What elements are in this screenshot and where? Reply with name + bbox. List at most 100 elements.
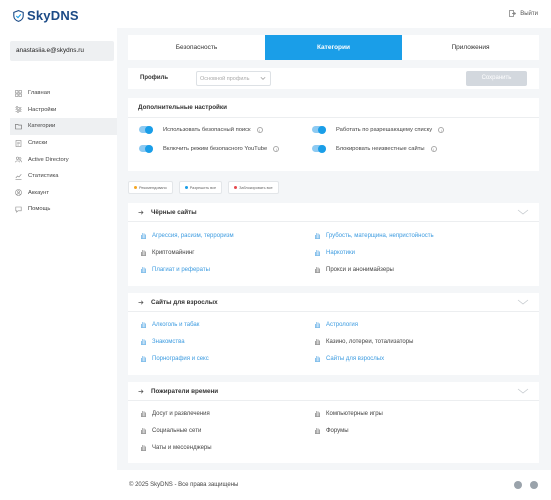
tab-categories[interactable]: Категории (265, 35, 402, 60)
category-item[interactable]: Форумы (314, 427, 349, 434)
info-icon[interactable]: i (256, 126, 263, 133)
category-header[interactable]: Сайты для взрослых (128, 293, 539, 312)
category-title: Сайты для взрослых (151, 299, 218, 306)
category-item[interactable]: Знакомства (140, 338, 185, 345)
sidebar-item-statistics[interactable]: Статистика (10, 168, 117, 185)
tab-security[interactable]: Безопасность (128, 35, 265, 60)
hand-icon (315, 411, 320, 417)
preset-label: Разрешить все (189, 185, 217, 190)
toggle-row-safe-search: Использовать безопасный поиск i (139, 125, 263, 134)
save-button[interactable]: Сохранить (466, 71, 527, 86)
safe-search-toggle[interactable] (139, 125, 153, 134)
toggle-label: Включить режим безопасного YouTube (163, 145, 268, 152)
hand-icon (141, 267, 146, 273)
category-item[interactable]: Компьютерные игры (314, 410, 383, 417)
hand-icon (141, 339, 146, 345)
category-item[interactable]: Казино, лотереи, тотализаторы (314, 338, 413, 345)
category-item[interactable]: Наркотики (314, 249, 355, 256)
chevron-down-icon[interactable] (517, 208, 529, 216)
category-item[interactable]: Алкоголь и табак (140, 321, 199, 328)
sidebar-item-label: Главная (28, 90, 51, 97)
sidebar-item-lists[interactable]: Списки (10, 135, 117, 152)
category-item-label: Знакомства (152, 338, 185, 345)
sidebar-item-label: Категории (28, 123, 56, 130)
category-header[interactable]: Чёрные сайты (128, 203, 539, 222)
chevron-down-icon[interactable] (517, 387, 529, 395)
info-icon[interactable]: i (438, 126, 445, 133)
category-item-label: Грубость, матерщина, непристойность (326, 232, 434, 239)
logout-button[interactable]: Выйти (509, 10, 538, 17)
category-item[interactable]: Досуг и развлечения (140, 410, 210, 417)
hand-icon (315, 339, 320, 345)
category-card-adult-sites: Сайты для взрослых Алкоголь и табак Знак… (128, 293, 539, 375)
category-item-label: Форумы (326, 427, 349, 434)
category-item[interactable]: Плагиат и рефераты (140, 266, 210, 273)
category-item-label: Криптомайнинг (152, 249, 195, 256)
category-item-label: Социальные сети (152, 427, 202, 434)
category-item[interactable]: Агрессия, расизм, терроризм (140, 232, 234, 239)
block-unknown-toggle[interactable] (312, 144, 326, 153)
extra-settings-title: Дополнительные настройки (138, 104, 227, 111)
top-bar: SkyDNS Выйти (0, 0, 551, 28)
shield-icon (13, 9, 24, 22)
toggle-label: Использовать безопасный поиск (163, 126, 251, 133)
hand-icon (315, 428, 320, 434)
category-title: Пожиратели времени (151, 388, 219, 395)
category-card-black-sites: Чёрные сайты Агрессия, расизм, терроризм… (128, 203, 539, 286)
category-item-label: Досуг и развлечения (152, 410, 210, 417)
arrow-right-icon (138, 210, 144, 215)
profile-label: Профиль (140, 75, 169, 81)
sidebar-item-categories[interactable]: Категории (10, 118, 117, 135)
allowlist-toggle[interactable] (312, 125, 326, 134)
sidebar-item-label: Настройки (28, 106, 57, 113)
toggle-row-safe-youtube: Включить режим безопасного YouTube i (139, 144, 280, 153)
sidebar-item-label: Статистика (28, 173, 59, 180)
hand-icon (141, 322, 146, 328)
category-item[interactable]: Грубость, матерщина, непристойность (314, 232, 434, 239)
category-item[interactable]: Чаты и мессенджеры (140, 444, 212, 451)
logout-label: Выйти (520, 10, 538, 17)
chevron-down-icon (260, 76, 266, 80)
toggle-label: Работать по разрешающему списку (336, 126, 433, 133)
main-content: Безопасность Категории Приложения Профил… (117, 28, 551, 470)
category-item-label: Казино, лотереи, тотализаторы (326, 338, 414, 345)
preset-buttons: Рекомендовано Разрешить все Заблокироват… (128, 181, 279, 194)
recommended-button[interactable]: Рекомендовано (128, 181, 173, 194)
category-item[interactable]: Прокси и анонимайзеры (314, 266, 394, 273)
sidebar-item-home[interactable]: Главная (10, 85, 117, 102)
category-header[interactable]: Пожиратели времени (128, 382, 539, 401)
info-icon[interactable]: i (273, 145, 280, 152)
logo-text: SkyDNS (27, 8, 79, 23)
toggle-row-allowlist: Работать по разрешающему списку i (312, 125, 445, 134)
logo[interactable]: SkyDNS (13, 8, 79, 23)
tab-applications[interactable]: Приложения (402, 35, 539, 60)
allow-all-button[interactable]: Разрешить все (178, 181, 223, 194)
orange-dot-icon (134, 186, 137, 189)
vk-icon[interactable] (530, 481, 538, 489)
category-item-label: Прокси и анонимайзеры (326, 266, 394, 273)
preset-label: Рекомендовано (139, 185, 167, 190)
sidebar: anastasiia.e@skydns.ru Главная Настройки… (0, 28, 117, 470)
category-item[interactable]: Сайты для взрослых (314, 355, 384, 362)
sidebar-item-help[interactable]: Помощь (10, 201, 117, 218)
category-item[interactable]: Порнография и секс (140, 355, 209, 362)
info-icon[interactable]: i (430, 145, 437, 152)
profile-select[interactable]: Основной профиль (196, 71, 271, 86)
category-item[interactable]: Криптомайнинг (140, 249, 194, 256)
sliders-icon (15, 106, 22, 114)
category-item[interactable]: Социальные сети (140, 427, 201, 434)
chevron-down-icon[interactable] (517, 298, 529, 306)
user-icon (15, 189, 22, 197)
category-item[interactable]: Астрология (314, 321, 358, 328)
hand-icon (141, 428, 146, 434)
sidebar-item-active-directory[interactable]: Active Directory (10, 151, 117, 168)
safe-youtube-toggle[interactable] (139, 144, 153, 153)
hand-icon (315, 267, 320, 273)
block-all-button[interactable]: Заблокировать все (228, 181, 279, 194)
category-item-label: Порнография и секс (152, 355, 209, 362)
sidebar-item-account[interactable]: Аккаунт (10, 185, 117, 202)
sidebar-item-settings[interactable]: Настройки (10, 102, 117, 119)
category-item-label: Алкоголь и табак (152, 321, 200, 328)
telegram-icon[interactable] (514, 481, 522, 489)
category-item-label: Плагиат и рефераты (152, 266, 210, 273)
